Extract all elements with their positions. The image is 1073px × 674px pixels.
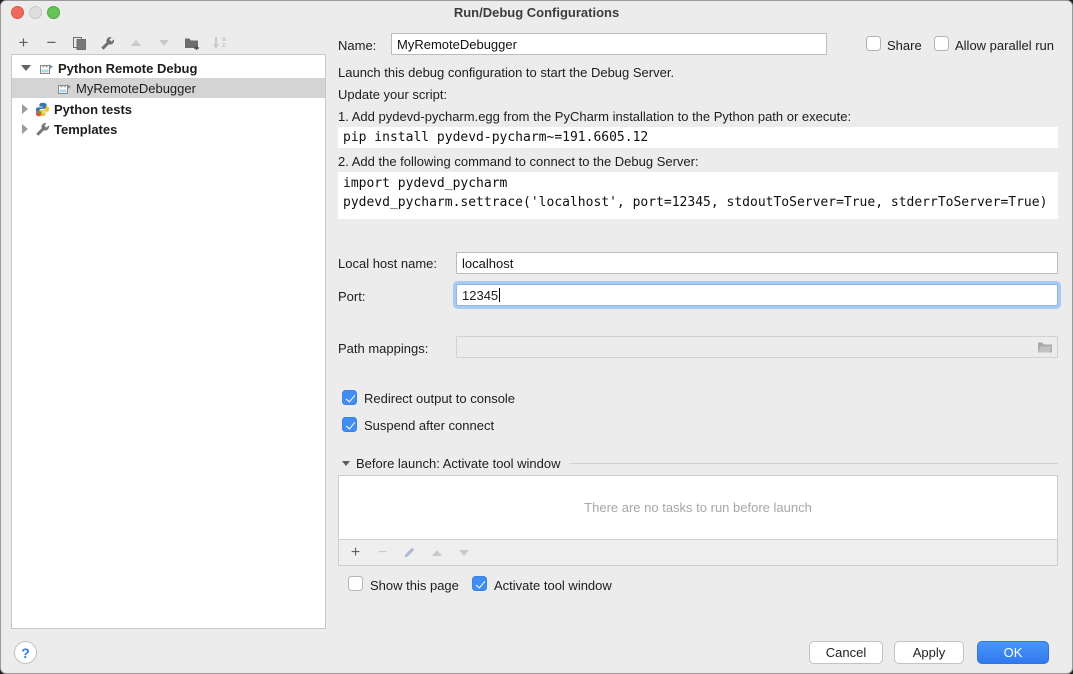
expand-arrow-icon[interactable] [21, 65, 31, 71]
python-tests-icon [35, 102, 50, 117]
port-label: Port: [338, 289, 365, 304]
collapse-arrow-icon[interactable] [22, 124, 28, 134]
tree-item-label: Python tests [54, 102, 132, 117]
titlebar: Run/Debug Configurations [1, 1, 1072, 23]
port-input[interactable]: 12345 [456, 284, 1058, 306]
edit-task-button [401, 544, 418, 562]
remote-debug-config-icon [57, 81, 72, 96]
tree-item-label: MyRemoteDebugger [76, 81, 196, 96]
task-list-toolbar: + − [338, 540, 1058, 566]
tree-item-label: Python Remote Debug [58, 61, 197, 76]
activate-tool-window-checkbox[interactable] [472, 576, 487, 591]
suspend-after-connect-checkbox[interactable] [342, 417, 357, 432]
path-mappings-input[interactable] [456, 336, 1058, 358]
help-button[interactable]: ? [14, 641, 37, 664]
help-icon: ? [21, 645, 30, 661]
before-launch-task-list[interactable]: There are no tasks to run before launch [338, 475, 1058, 540]
name-label: Name: [338, 38, 376, 53]
allow-parallel-run-label: Allow parallel run [955, 38, 1054, 53]
window-title: Run/Debug Configurations [1, 5, 1072, 20]
wrench-icon [100, 36, 115, 51]
update-script-text: Update your script: [338, 87, 447, 102]
move-up-button [127, 34, 144, 52]
section-divider [569, 463, 1058, 464]
share-checkbox[interactable] [866, 36, 881, 51]
show-this-page-checkbox[interactable] [348, 576, 363, 591]
remove-icon: − [378, 545, 387, 561]
edit-templates-button[interactable] [99, 34, 116, 52]
intro-text: Launch this debug configuration to start… [338, 65, 674, 80]
remove-configuration-button[interactable]: − [43, 34, 60, 52]
code-line: import pydevd_pycharm [343, 174, 1053, 193]
add-configuration-button[interactable]: + [15, 34, 32, 52]
tree-item-label: Templates [54, 122, 117, 137]
tree-item-python-tests[interactable]: Python tests [12, 99, 325, 119]
move-task-up-button [428, 544, 445, 562]
move-down-icon [159, 40, 169, 46]
copy-configuration-button[interactable] [71, 34, 88, 52]
path-mappings-label: Path mappings: [338, 341, 428, 356]
name-input[interactable] [391, 33, 827, 55]
cancel-button[interactable]: Cancel [809, 641, 883, 664]
share-label: Share [887, 38, 922, 53]
before-launch-label: Before launch: Activate tool window [356, 456, 561, 471]
add-icon: + [19, 35, 29, 51]
templates-wrench-icon [35, 122, 50, 137]
new-folder-icon [184, 36, 200, 50]
create-folder-button[interactable] [183, 34, 200, 52]
move-task-down-button [455, 544, 472, 562]
pip-install-code[interactable]: pip install pydevd-pycharm~=191.6605.12 [338, 127, 1058, 148]
run-debug-configurations-dialog: Run/Debug Configurations + − [0, 0, 1073, 674]
copy-icon [72, 36, 87, 51]
before-launch-header[interactable]: Before launch: Activate tool window [342, 456, 1058, 471]
step1-text: 1. Add pydevd-pycharm.egg from the PyCha… [338, 109, 851, 124]
remote-debug-config-icon [39, 61, 54, 76]
apply-button[interactable]: Apply [894, 641, 964, 664]
local-host-label: Local host name: [338, 256, 437, 271]
empty-tasks-text: There are no tasks to run before launch [584, 500, 812, 515]
redirect-output-checkbox[interactable] [342, 390, 357, 405]
code-line: pydevd_pycharm.settrace('localhost', por… [343, 193, 1053, 212]
sort-configurations-button: az [211, 34, 228, 52]
collapse-arrow-icon[interactable] [22, 104, 28, 114]
redirect-output-label: Redirect output to console [364, 391, 515, 406]
tree-item-myremotedebugger[interactable]: MyRemoteDebugger [12, 78, 325, 98]
pencil-icon [403, 546, 416, 559]
collapse-section-icon[interactable] [342, 461, 350, 466]
local-host-input[interactable] [456, 252, 1058, 274]
move-up-icon [131, 40, 141, 46]
move-down-button [155, 34, 172, 52]
browse-folder-icon[interactable] [1037, 341, 1053, 354]
ok-button[interactable]: OK [977, 641, 1049, 664]
settrace-code[interactable]: import pydevd_pycharm pydevd_pycharm.set… [338, 172, 1058, 219]
remove-task-button: − [374, 544, 391, 562]
configurations-tree: Python Remote Debug MyRemoteDebugger Pyt… [11, 54, 326, 629]
add-task-button[interactable]: + [347, 544, 364, 562]
sort-icon: az [213, 37, 226, 49]
move-up-icon [432, 550, 442, 556]
suspend-after-connect-label: Suspend after connect [364, 418, 494, 433]
text-caret [499, 288, 500, 302]
show-this-page-label: Show this page [370, 578, 459, 593]
remove-icon: − [47, 35, 57, 51]
configurations-toolbar: + − [15, 33, 228, 53]
activate-tool-window-label: Activate tool window [494, 578, 612, 593]
move-down-icon [459, 550, 469, 556]
tree-item-templates[interactable]: Templates [12, 119, 325, 139]
tree-item-python-remote-debug[interactable]: Python Remote Debug [12, 58, 325, 78]
port-value: 12345 [462, 288, 498, 303]
step2-text: 2. Add the following command to connect … [338, 154, 699, 169]
add-icon: + [351, 545, 360, 561]
allow-parallel-run-checkbox[interactable] [934, 36, 949, 51]
